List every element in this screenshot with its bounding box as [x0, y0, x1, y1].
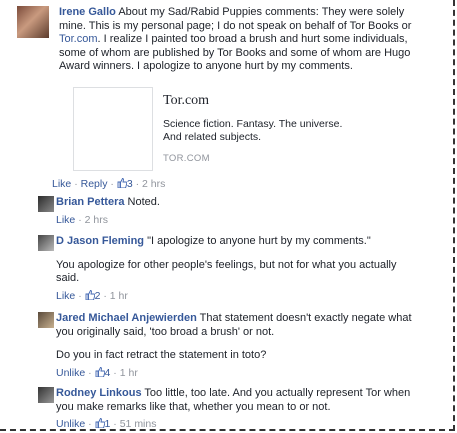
likes-count[interactable]: 4 [105, 367, 111, 379]
reply-author[interactable]: D Jason Fleming [56, 235, 144, 247]
comment-author[interactable]: Irene Gallo [59, 6, 116, 18]
reply-text-2: You apologize for other people's feeling… [56, 258, 397, 285]
thumbs-up-icon[interactable] [95, 418, 105, 428]
separator: · [103, 289, 107, 302]
reply-text-2: Do you in fact retract the statement in … [56, 349, 267, 361]
avatar[interactable] [17, 6, 49, 38]
unlike-link[interactable]: Unlike [56, 418, 85, 429]
reply-actions: Unlike · 4 · 1 hr [56, 367, 416, 381]
reply-item: Rodney Linkous Too little, too late. And… [38, 387, 416, 430]
reply-author[interactable]: Jared Michael Anjewierden [56, 312, 197, 324]
reply-item: Brian Pettera Noted. Like · 2 hrs [38, 196, 416, 228]
separator: · [88, 418, 92, 430]
separator: · [74, 178, 78, 190]
separator: · [78, 213, 82, 226]
reply-actions: Like · 2 · 1 hr [56, 290, 416, 304]
separator: · [88, 366, 92, 379]
avatar[interactable] [38, 387, 54, 403]
separator: · [135, 178, 140, 190]
separator: · [113, 366, 117, 379]
reply-actions: Like · 2 hrs [56, 214, 416, 228]
reply-text: Noted. [127, 196, 160, 208]
link-preview-description: Science fiction. Fantasy. The universe. … [163, 118, 343, 143]
unlike-link[interactable]: Unlike [56, 367, 85, 379]
separator: · [113, 418, 117, 430]
separator: · [110, 178, 114, 190]
timestamp[interactable]: 2 hrs [85, 214, 108, 226]
link-preview-title[interactable]: Tor.com [163, 93, 353, 109]
likes-count[interactable]: 3 [127, 178, 133, 190]
timestamp[interactable]: 51 mins [120, 418, 157, 429]
tor-link[interactable]: Tor.com [59, 33, 98, 45]
reply-text: "I apologize to anyone hurt by my commen… [147, 235, 371, 247]
like-link[interactable]: Like [52, 178, 71, 190]
comment-text: Irene Gallo About my Sad/Rabid Puppies c… [59, 6, 434, 74]
avatar[interactable] [38, 312, 54, 328]
thumbs-up-icon[interactable] [117, 178, 127, 188]
like-link[interactable]: Like [56, 290, 75, 302]
like-link[interactable]: Like [56, 214, 75, 226]
avatar[interactable] [38, 196, 54, 212]
reply-item: Jared Michael Anjewierden That statement… [38, 312, 416, 381]
link-preview-thumbnail[interactable] [73, 87, 153, 171]
separator: · [78, 289, 82, 302]
comment-thread: Irene Gallo About my Sad/Rabid Puppies c… [0, 0, 455, 431]
likes-count[interactable]: 1 [105, 418, 111, 429]
comment-text-part2: . I realize I painted too broad a brush … [59, 33, 411, 72]
link-preview-card[interactable]: Tor.com Science fiction. Fantasy. The un… [73, 87, 355, 173]
link-preview-domain: TOR.COM [163, 153, 210, 164]
reply-author[interactable]: Rodney Linkous [56, 387, 142, 399]
timestamp[interactable]: 1 hr [120, 367, 138, 379]
thumbs-up-icon[interactable] [85, 289, 95, 300]
likes-count[interactable]: 2 [95, 290, 101, 302]
reply-actions: Unlike · 1 · 51 mins [56, 418, 416, 430]
timestamp[interactable]: 2 hrs [142, 178, 165, 190]
comment-actions: Like · Reply · 3 · 2 hrs [52, 178, 165, 190]
reply-item: D Jason Fleming "I apologize to anyone h… [38, 235, 416, 304]
reply-author[interactable]: Brian Pettera [56, 196, 124, 208]
timestamp[interactable]: 1 hr [110, 290, 128, 302]
reply-link[interactable]: Reply [81, 178, 108, 190]
avatar[interactable] [38, 235, 54, 251]
thumbs-up-icon[interactable] [95, 366, 105, 377]
